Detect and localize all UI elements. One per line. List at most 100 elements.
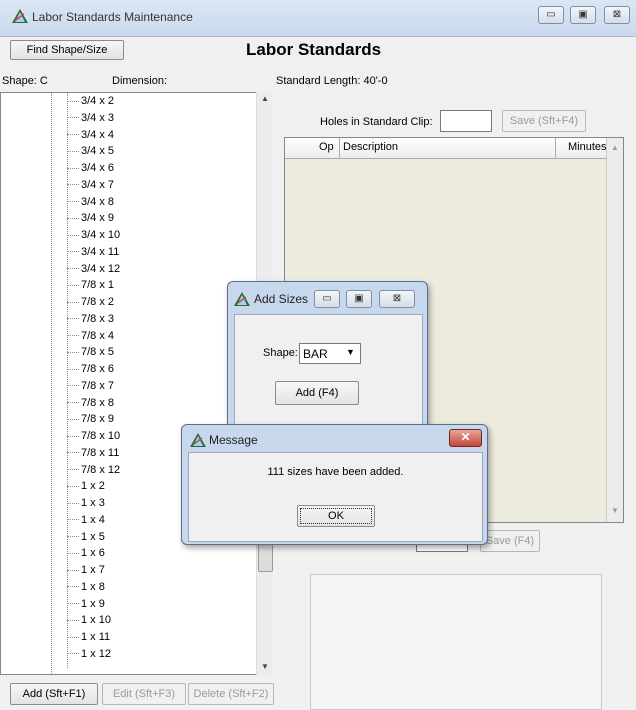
tree-item[interactable]: 1 x 12: [67, 648, 111, 664]
tree-item[interactable]: 1 x 6: [67, 547, 105, 563]
tree-connector: [67, 519, 79, 521]
tree-item[interactable]: 3/4 x 10: [67, 229, 120, 245]
tree-item[interactable]: 3/4 x 12: [67, 263, 120, 279]
add-button[interactable]: Add (Sft+F1): [10, 683, 98, 705]
tree-item-label: 3/4 x 8: [81, 195, 115, 208]
tree-connector: [67, 502, 79, 504]
tree-connector: [67, 150, 79, 152]
minimize-button[interactable]: ▭: [538, 6, 564, 24]
tree-item[interactable]: 3/4 x 3: [67, 112, 114, 128]
tree-item[interactable]: 3/4 x 5: [67, 145, 114, 161]
tree-item[interactable]: 7/8 x 4: [67, 330, 114, 346]
close-button[interactable]: ⊠: [379, 290, 415, 308]
tree-item[interactable]: 3/4 x 11: [67, 246, 119, 262]
grid-header: Op Description Minutes: [285, 138, 609, 159]
tree-item[interactable]: 7/8 x 11: [67, 447, 119, 463]
up-arrow-icon[interactable]: ▲: [611, 143, 619, 152]
chevron-down-icon[interactable]: ▼: [346, 347, 355, 357]
tree-item-label: 1 x 12: [81, 647, 111, 660]
tree-item[interactable]: 3/4 x 6: [67, 162, 114, 178]
tree-item[interactable]: 1 x 11: [67, 631, 110, 647]
tree-item-label: 3/4 x 11: [81, 245, 120, 258]
add-sizes-dialog: Add Sizes ▭ ▣ ⊠ Shape: BAR ▼ Add (F4): [227, 281, 428, 433]
tree-item-label: 7/8 x 4: [81, 329, 115, 342]
app-pyramid-icon: [12, 9, 28, 23]
tree-connector: [67, 167, 79, 169]
tree-item[interactable]: 7/8 x 1: [67, 279, 114, 295]
holes-input[interactable]: [440, 110, 492, 132]
tree-item-label: 7/8 x 10: [81, 430, 121, 442]
up-arrow-icon[interactable]: ▲: [261, 94, 269, 103]
tree-item[interactable]: 1 x 7: [67, 564, 105, 580]
column-description[interactable]: Description: [343, 141, 398, 153]
tree-item-label: 3/4 x 4: [81, 128, 115, 141]
tree-item[interactable]: 7/8 x 10: [67, 430, 120, 446]
tree-item-label: 1 x 7: [81, 564, 105, 576]
edit-button[interactable]: Edit (Sft+F3): [102, 683, 186, 705]
save-bottom-button[interactable]: Save (F4): [480, 530, 540, 552]
tree-item[interactable]: 7/8 x 2: [67, 296, 114, 312]
tree-item-label: 1 x 6: [81, 547, 105, 560]
tree-connector: [67, 100, 79, 102]
tree-item[interactable]: 3/4 x 4: [67, 129, 114, 145]
tree-item[interactable]: 7/8 x 9: [67, 413, 114, 429]
tree-item-label: 1 x 2: [81, 480, 105, 493]
ok-button[interactable]: OK: [297, 505, 375, 527]
close-button[interactable]: ⊠: [604, 6, 630, 24]
add-sizes-button[interactable]: Add (F4): [275, 381, 359, 405]
tree-item-label: 7/8 x 11: [81, 446, 120, 459]
tree-connector: [67, 569, 79, 571]
app-pyramid-icon: [234, 292, 250, 306]
tree-item-label: 1 x 4: [81, 513, 105, 526]
minimize-button[interactable]: ▭: [314, 290, 340, 308]
find-shape-size-button[interactable]: Find Shape/Size: [10, 40, 124, 60]
tree-connector: [67, 435, 79, 437]
shape-field-label: Shape:: [263, 347, 298, 359]
delete-button[interactable]: Delete (Sft+F2): [188, 683, 274, 705]
save-top-button[interactable]: Save (Sft+F4): [502, 110, 586, 132]
tree-connector: [67, 201, 79, 203]
tree-connector: [67, 368, 79, 370]
tree-item[interactable]: 7/8 x 7: [67, 380, 114, 396]
down-arrow-icon[interactable]: ▼: [261, 662, 269, 671]
tree-item[interactable]: 7/8 x 5: [67, 346, 114, 362]
column-minutes[interactable]: Minutes: [568, 141, 607, 153]
tree-item[interactable]: 7/8 x 8: [67, 397, 114, 413]
tree-item[interactable]: 3/4 x 9: [67, 212, 114, 228]
down-arrow-icon[interactable]: ▼: [611, 506, 619, 515]
maximize-button[interactable]: ▣: [346, 290, 372, 308]
tree-item[interactable]: 7/8 x 6: [67, 363, 114, 379]
tree-connector: [67, 385, 79, 387]
maximize-button[interactable]: ▣: [570, 6, 596, 24]
close-icon[interactable]: ✕: [449, 429, 482, 447]
add-sizes-body: Shape: BAR ▼ Add (F4): [234, 314, 423, 432]
tree-connector: [67, 469, 79, 471]
tree-connector: [67, 318, 79, 320]
grid-scrollbar[interactable]: ▲ ▼: [606, 138, 623, 522]
tree-item-label: 1 x 11: [81, 631, 111, 643]
tree-item-label: 7/8 x 12: [81, 463, 121, 476]
shape-label: Shape: C: [2, 75, 48, 87]
tree-connector: [67, 184, 79, 186]
tree-item[interactable]: 1 x 5: [67, 531, 105, 547]
tree-connector: [67, 452, 79, 454]
tree-connector: [67, 586, 79, 588]
tree-item-label: 7/8 x 8: [81, 396, 115, 409]
tree-connector: [67, 402, 79, 404]
shape-select[interactable]: BAR ▼: [299, 343, 361, 364]
tree-item[interactable]: 1 x 10: [67, 614, 111, 630]
tree-item[interactable]: 7/8 x 3: [67, 313, 114, 329]
tree-item[interactable]: 3/4 x 7: [67, 179, 114, 195]
tree-item[interactable]: 1 x 8: [67, 581, 105, 597]
column-op[interactable]: Op: [319, 141, 334, 153]
tree-item[interactable]: 7/8 x 12: [67, 464, 120, 480]
message-title: Message: [209, 433, 258, 447]
add-sizes-title: Add Sizes: [254, 292, 309, 306]
tree-item[interactable]: 1 x 3: [67, 497, 105, 513]
tree-item[interactable]: 3/4 x 2: [67, 95, 114, 111]
tree-item[interactable]: 1 x 4: [67, 514, 105, 530]
tree-item[interactable]: 3/4 x 8: [67, 196, 114, 212]
tree-connector: [67, 301, 79, 303]
tree-item[interactable]: 1 x 2: [67, 480, 105, 496]
tree-item[interactable]: 1 x 9: [67, 598, 105, 614]
